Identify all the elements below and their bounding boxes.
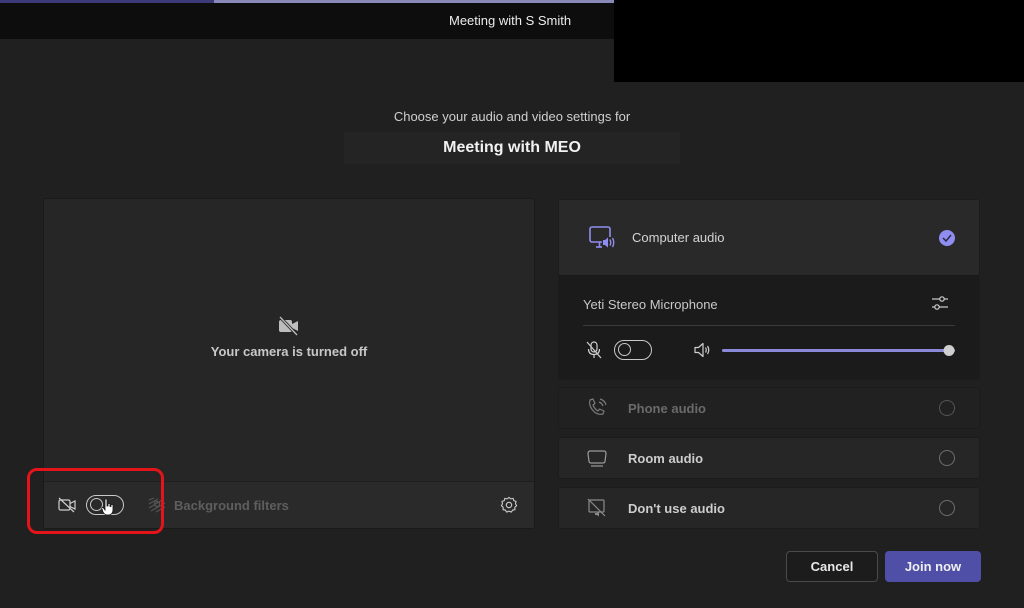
computer-speaker-icon (589, 225, 616, 249)
audio-controls-row (583, 326, 955, 376)
computer-audio-option: Computer audio Yeti Stereo Microphone (558, 199, 980, 380)
mic-off-icon (586, 341, 602, 359)
phone-audio-label: Phone audio (628, 400, 706, 416)
selected-check-icon (939, 230, 955, 246)
gear-icon[interactable] (500, 496, 518, 514)
slider-fill (722, 349, 955, 352)
room-device-icon (587, 450, 607, 467)
no-audio-radio[interactable] (939, 500, 955, 516)
black-overlay (614, 0, 1024, 82)
meeting-title-box: Meeting with MEO (344, 132, 680, 164)
computer-audio-header[interactable]: Computer audio (559, 200, 979, 276)
no-audio-icon (587, 498, 606, 517)
no-audio-option[interactable]: Don't use audio (558, 487, 980, 529)
join-now-button[interactable]: Join now (885, 551, 981, 582)
camera-toggle-highlight (27, 468, 164, 534)
slider-thumb[interactable] (943, 345, 955, 356)
cancel-button[interactable]: Cancel (786, 551, 878, 582)
video-off-icon (278, 316, 299, 336)
room-audio-option[interactable]: Room audio (558, 437, 980, 479)
camera-off-message: Your camera is turned off (44, 316, 534, 359)
phone-audio-option[interactable]: Phone audio (558, 387, 980, 429)
phone-icon (588, 398, 607, 415)
room-audio-label: Room audio (628, 450, 704, 466)
camera-off-text: Your camera is turned off (210, 344, 368, 359)
heading-subtitle: Choose your audio and video settings for (393, 109, 631, 124)
speaker-icon (694, 342, 710, 358)
phone-audio-radio[interactable] (939, 400, 955, 416)
title-bar: Meeting with S Smith (0, 3, 614, 39)
room-audio-radio[interactable] (939, 450, 955, 466)
meeting-title: Meeting with MEO (443, 139, 581, 156)
computer-audio-label: Computer audio (632, 230, 725, 245)
toggle-knob (618, 343, 631, 356)
microphone-toggle[interactable] (614, 340, 652, 360)
background-filters-button[interactable]: Background filters (174, 498, 289, 513)
no-audio-label: Don't use audio (628, 500, 725, 516)
microphone-row: Yeti Stereo Microphone (583, 276, 955, 326)
speaker-volume-slider[interactable] (722, 345, 955, 356)
sliders-icon[interactable] (931, 295, 949, 311)
window-title: Meeting with S Smith (449, 13, 572, 28)
microphone-device-label: Yeti Stereo Microphone (583, 297, 718, 312)
